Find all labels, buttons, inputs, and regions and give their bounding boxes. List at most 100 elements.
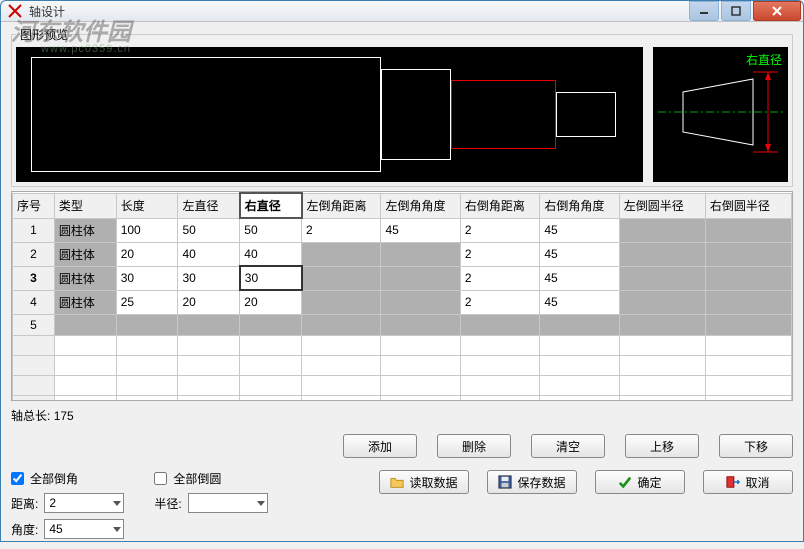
table-cell[interactable] xyxy=(705,242,791,266)
table-cell[interactable] xyxy=(381,314,460,335)
floppy-disk-icon xyxy=(498,475,512,489)
table-cell[interactable]: 2 xyxy=(460,218,539,242)
table-cell[interactable]: 5 xyxy=(13,314,55,335)
delete-button[interactable]: 删除 xyxy=(437,434,511,458)
table-cell[interactable] xyxy=(540,314,619,335)
app-icon xyxy=(7,3,23,19)
table-cell[interactable] xyxy=(619,242,705,266)
table-row[interactable]: 2圆柱体204040245 xyxy=(13,242,792,266)
table-cell[interactable] xyxy=(240,314,302,335)
table-cell[interactable] xyxy=(705,266,791,290)
table-cell[interactable]: 40 xyxy=(240,242,302,266)
table-cell[interactable]: 圆柱体 xyxy=(54,218,116,242)
ok-button[interactable]: 确定 xyxy=(595,470,685,494)
column-header[interactable]: 左倒角距离 xyxy=(302,193,381,218)
titlebar[interactable]: 轴设计 xyxy=(1,1,803,22)
table-cell[interactable]: 45 xyxy=(540,266,619,290)
move-up-button[interactable]: 上移 xyxy=(625,434,699,458)
table-cell[interactable] xyxy=(116,314,178,335)
distance-combo[interactable]: 2 xyxy=(44,493,124,513)
table-cell[interactable]: 3 xyxy=(13,266,55,290)
table-cell[interactable] xyxy=(619,290,705,314)
move-down-button[interactable]: 下移 xyxy=(719,434,793,458)
folder-open-icon xyxy=(390,475,404,489)
table-cell[interactable] xyxy=(705,290,791,314)
table-cell[interactable]: 40 xyxy=(178,242,240,266)
table-row[interactable]: 4圆柱体252020245 xyxy=(13,290,792,314)
clear-button[interactable]: 清空 xyxy=(531,434,605,458)
table-cell[interactable] xyxy=(705,218,791,242)
column-header[interactable]: 右倒角角度 xyxy=(540,193,619,218)
table-cell[interactable]: 45 xyxy=(540,290,619,314)
column-header[interactable]: 右直径 xyxy=(240,193,302,218)
table-cell[interactable]: 30 xyxy=(240,266,302,290)
table-cell[interactable] xyxy=(381,266,460,290)
radius-combo[interactable] xyxy=(188,493,268,513)
angle-combo[interactable]: 45 xyxy=(44,519,124,539)
table-cell[interactable]: 30 xyxy=(178,266,240,290)
table-cell[interactable]: 25 xyxy=(116,290,178,314)
table-cell[interactable] xyxy=(54,314,116,335)
maximize-button[interactable] xyxy=(721,1,751,21)
table-row[interactable] xyxy=(13,355,792,375)
table-cell[interactable]: 2 xyxy=(460,242,539,266)
data-table[interactable]: 序号类型长度左直径右直径左倒角距离左倒角角度右倒角距离右倒角角度左倒圆半径右倒圆… xyxy=(11,191,793,401)
all-chamfer-checkbox[interactable]: 全部倒角 xyxy=(11,470,124,487)
table-cell[interactable]: 45 xyxy=(540,242,619,266)
column-header[interactable]: 左直径 xyxy=(178,193,240,218)
table-cell[interactable] xyxy=(619,218,705,242)
table-cell[interactable]: 1 xyxy=(13,218,55,242)
table-cell[interactable] xyxy=(302,290,381,314)
table-cell[interactable]: 圆柱体 xyxy=(54,242,116,266)
table-cell[interactable] xyxy=(460,314,539,335)
table-cell[interactable]: 2 xyxy=(13,242,55,266)
table-cell[interactable]: 圆柱体 xyxy=(54,266,116,290)
table-cell[interactable]: 20 xyxy=(116,242,178,266)
table-cell[interactable]: 45 xyxy=(381,218,460,242)
table-cell[interactable]: 圆柱体 xyxy=(54,290,116,314)
column-header[interactable]: 序号 xyxy=(13,193,55,218)
close-button[interactable] xyxy=(753,1,801,21)
minimize-button[interactable] xyxy=(689,1,719,21)
table-cell[interactable]: 4 xyxy=(13,290,55,314)
table-row[interactable]: 1圆柱体1005050245245 xyxy=(13,218,792,242)
table-cell[interactable]: 2 xyxy=(302,218,381,242)
table-cell[interactable] xyxy=(381,290,460,314)
read-data-button[interactable]: 读取数据 xyxy=(379,470,469,494)
table-cell[interactable]: 45 xyxy=(540,218,619,242)
table-cell[interactable] xyxy=(619,314,705,335)
table-row[interactable] xyxy=(13,335,792,355)
table-cell[interactable] xyxy=(302,314,381,335)
table-cell[interactable]: 2 xyxy=(460,266,539,290)
table-row[interactable] xyxy=(13,395,792,401)
column-header[interactable]: 右倒角距离 xyxy=(460,193,539,218)
table-cell[interactable] xyxy=(302,242,381,266)
table-cell[interactable]: 50 xyxy=(240,218,302,242)
all-fillet-checkbox[interactable]: 全部倒圆 xyxy=(154,470,267,487)
preview-legend: 图形预览 xyxy=(16,26,72,43)
table-cell[interactable]: 30 xyxy=(116,266,178,290)
preview-main-canvas[interactable] xyxy=(16,47,643,182)
table-cell[interactable]: 20 xyxy=(240,290,302,314)
table-row[interactable]: 3圆柱体303030245 xyxy=(13,266,792,290)
preview-side-canvas[interactable]: 右直径 xyxy=(653,47,788,182)
table-cell[interactable]: 50 xyxy=(178,218,240,242)
column-header[interactable]: 左倒角角度 xyxy=(381,193,460,218)
column-header[interactable]: 长度 xyxy=(116,193,178,218)
table-cell[interactable]: 20 xyxy=(178,290,240,314)
table-cell[interactable]: 2 xyxy=(460,290,539,314)
column-header[interactable]: 右倒圆半径 xyxy=(705,193,791,218)
table-cell[interactable] xyxy=(178,314,240,335)
table-cell[interactable] xyxy=(705,314,791,335)
column-header[interactable]: 左倒圆半径 xyxy=(619,193,705,218)
cancel-button[interactable]: 取消 xyxy=(703,470,793,494)
table-row[interactable] xyxy=(13,375,792,395)
table-cell[interactable]: 100 xyxy=(116,218,178,242)
table-cell[interactable] xyxy=(302,266,381,290)
add-button[interactable]: 添加 xyxy=(343,434,417,458)
column-header[interactable]: 类型 xyxy=(54,193,116,218)
save-data-button[interactable]: 保存数据 xyxy=(487,470,577,494)
table-cell[interactable] xyxy=(619,266,705,290)
table-row[interactable]: 5 xyxy=(13,314,792,335)
table-cell[interactable] xyxy=(381,242,460,266)
